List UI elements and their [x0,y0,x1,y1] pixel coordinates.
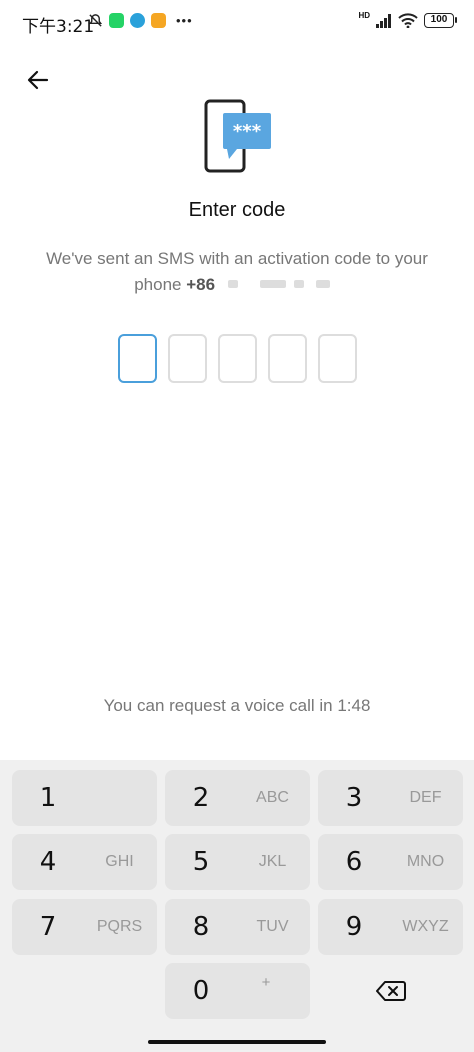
key-digit: 4 [39,847,57,877]
key-digit: 8 [192,912,210,942]
key-letters: PQRS [96,918,143,935]
key-letters: + [261,974,271,991]
svg-text:***: *** [233,121,262,142]
more-dots-icon: ••• [176,13,193,28]
whatsapp-icon [109,13,124,28]
key-letters: WXYZ [402,918,449,935]
key-6[interactable]: 6 MNO [318,834,463,890]
key-letters: GHI [105,853,134,870]
key-digit: 1 [39,783,57,813]
key-0[interactable]: 0 + [165,963,310,1019]
code-digit-input[interactable] [268,334,307,383]
key-4[interactable]: 4 GHI [12,834,157,890]
subtitle-line-2: phone +86 [30,272,444,298]
status-time: 下午3:21 [22,17,95,37]
key-letters: JKL [258,853,287,870]
battery-icon: 100 [424,13,457,28]
code-digit-input[interactable] [318,334,357,383]
key-digit: 6 [345,847,363,877]
key-7[interactable]: 7 PQRS [12,899,157,955]
numeric-keypad: 1 2 ABC 3 DEF 4 GHI 5 JKL 6 MNO 7 PQRS 8… [0,760,474,1052]
key-letters: MNO [406,853,445,870]
key-2[interactable]: 2 ABC [165,770,310,826]
wifi-icon [398,13,418,28]
key-digit: 9 [345,912,363,942]
telegram-icon [130,13,145,28]
bell-mute-icon [88,14,103,27]
key-letters: DEF [409,789,442,806]
back-arrow-icon [27,70,49,90]
network-label: HD [358,11,370,20]
message-app-icon [151,13,166,28]
subtitle-prefix: phone [134,275,182,294]
phone-country-code: +86 [186,275,216,294]
code-digit-input[interactable] [168,334,207,383]
system-icons: HD 100 [358,11,457,28]
page-title: Enter code [188,199,286,221]
key-digit: 2 [192,783,210,813]
key-digit: 7 [39,912,57,942]
key-letters: ABC [256,789,289,806]
key-8[interactable]: 8 TUV [165,899,310,955]
voice-call-timer: You can request a voice call in 1:48 [103,696,371,715]
key-1[interactable]: 1 [12,770,157,826]
back-button[interactable] [20,62,56,98]
key-3[interactable]: 3 DEF [318,770,463,826]
key-9[interactable]: 9 WXYZ [318,899,463,955]
sms-phone-icon: *** [204,99,271,173]
status-bar: 下午3:21 ••• HD 100 [0,0,474,44]
backspace-button[interactable] [318,963,463,1019]
notification-icons: ••• [88,13,193,28]
code-digit-input[interactable] [118,334,157,383]
key-digit: 5 [192,847,210,877]
masked-phone-number [220,276,340,292]
key-digit: 3 [345,783,363,813]
home-indicator[interactable] [148,1040,326,1044]
signal-icon [376,13,391,28]
code-digit-input[interactable] [218,334,257,383]
key-letters: TUV [256,918,289,935]
subtitle-line-1: We've sent an SMS with an activation cod… [46,249,428,268]
backspace-icon [375,981,406,1001]
key-5[interactable]: 5 JKL [165,834,310,890]
sms-sent-message: We've sent an SMS with an activation cod… [30,246,444,298]
code-input-row [118,334,357,383]
